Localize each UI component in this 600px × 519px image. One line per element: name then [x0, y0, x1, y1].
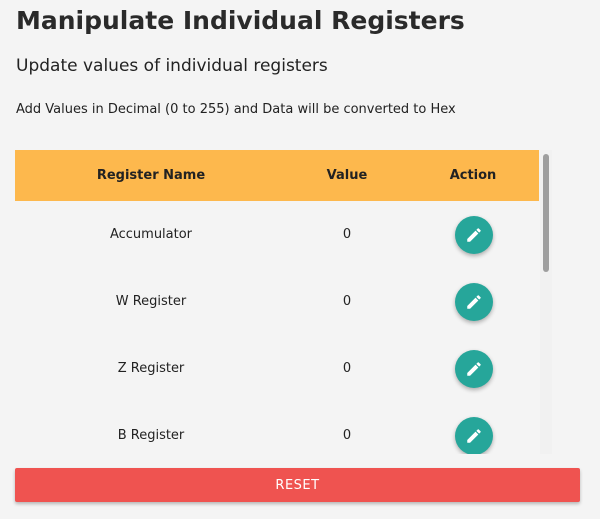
table-row-z-register: Z Register 0	[15, 335, 539, 402]
register-name: W Register	[115, 294, 187, 309]
pencil-icon	[467, 362, 481, 376]
column-header-value: Value	[326, 168, 368, 183]
column-header-action: Action	[449, 168, 497, 183]
scrollbar-thumb[interactable]	[543, 154, 549, 272]
pencil-icon	[467, 295, 481, 309]
pencil-icon	[467, 429, 481, 443]
page-title: Manipulate Individual Registers	[16, 6, 465, 35]
table-header: Register Name Value Action	[15, 150, 539, 201]
edit-button-w-register[interactable]	[455, 283, 493, 321]
table-row-w-register: W Register 0	[15, 268, 539, 335]
register-panel: Manipulate Individual Registers Update v…	[0, 0, 600, 519]
action-cell	[407, 402, 539, 454]
edit-button-b-register[interactable]	[455, 417, 493, 454]
edit-button-z-register[interactable]	[455, 350, 493, 388]
input-hint: Add Values in Decimal (0 to 255) and Dat…	[16, 102, 456, 117]
register-value: 0	[342, 294, 352, 309]
register-name: B Register	[117, 428, 185, 443]
action-cell	[407, 268, 539, 335]
register-name: Z Register	[117, 361, 185, 376]
reset-button[interactable]: RESET	[15, 468, 580, 502]
page-subtitle: Update values of individual registers	[16, 56, 328, 76]
table-scrollbar[interactable]	[540, 150, 552, 454]
registers-table: Register Name Value Action Accumulator 0…	[15, 150, 552, 454]
action-cell	[407, 201, 539, 268]
register-value: 0	[342, 428, 352, 443]
pencil-icon	[467, 228, 481, 242]
register-name: Accumulator	[109, 227, 193, 242]
action-cell	[407, 335, 539, 402]
table-row-b-register: B Register 0	[15, 402, 539, 454]
register-value: 0	[342, 227, 352, 242]
edit-button-accumulator[interactable]	[455, 216, 493, 254]
table-row-accumulator: Accumulator 0	[15, 201, 539, 268]
column-header-register-name: Register Name	[96, 168, 206, 183]
register-value: 0	[342, 361, 352, 376]
